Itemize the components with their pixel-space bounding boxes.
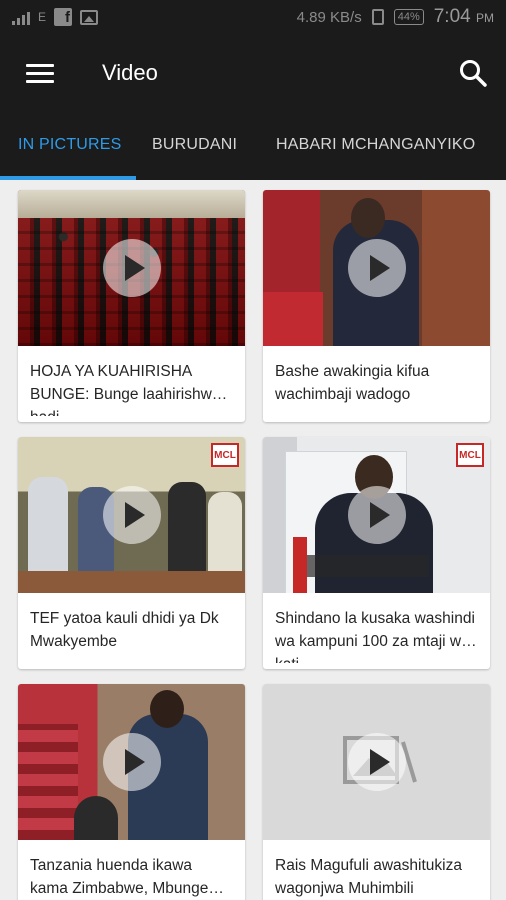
- video-thumbnail: MCL: [18, 437, 245, 593]
- play-icon[interactable]: [347, 239, 406, 297]
- network-speed: 4.89 KB/s: [296, 8, 362, 26]
- menu-icon[interactable]: [26, 64, 54, 84]
- signal-icon: [12, 9, 30, 25]
- video-caption: TEF yatoa kauli dhidi ya Dk Mwakyembe: [30, 610, 219, 650]
- clock-ampm: PM: [476, 11, 494, 25]
- tab-habari-mchanganyiko[interactable]: HABARI MCHANGANYIKO: [276, 136, 475, 154]
- play-icon[interactable]: [102, 486, 161, 544]
- status-bar: E f 4.89 KB/s 44% 7:04 PM: [0, 0, 506, 34]
- video-card[interactable]: MCL TEF yatoa kauli dhidi ya Dk Mwakyemb…: [18, 437, 245, 669]
- tab-burudani[interactable]: BURUDANI: [152, 136, 237, 154]
- video-caption: Bashe awakingia kifua wachimbaji wadogo: [275, 363, 430, 403]
- search-icon[interactable]: [458, 58, 488, 88]
- person-figure: [208, 492, 242, 577]
- seated-person: [74, 796, 118, 840]
- lower-third: [299, 555, 429, 577]
- video-caption: Shindano la kusaka washindi wa kampuni 1…: [275, 610, 475, 663]
- category-tabs: IN PICTURES BURUDANI HABARI MCHANGANYIKO: [0, 114, 506, 180]
- clock: 7:04 PM: [434, 6, 494, 28]
- tab-in-pictures[interactable]: IN PICTURES: [18, 136, 122, 154]
- play-icon[interactable]: [347, 486, 406, 544]
- video-card[interactable]: MCL Shindano la kusaka washindi wa kampu…: [263, 437, 490, 669]
- gallery-area: [18, 190, 245, 218]
- image-notification-icon: [80, 9, 99, 25]
- red-seats: [18, 724, 78, 840]
- battery-indicator: 44%: [393, 9, 424, 25]
- video-card[interactable]: Bashe awakingia kifua wachimbaji wadogo: [263, 190, 490, 422]
- person-head: [150, 690, 184, 728]
- video-thumbnail: [263, 684, 490, 840]
- red-chair: [293, 537, 307, 593]
- page-title: Video: [102, 60, 158, 85]
- video-thumbnail: [263, 190, 490, 346]
- video-thumbnail: [18, 684, 245, 840]
- facebook-notification-icon: f: [54, 8, 73, 26]
- clock-time: 7:04: [433, 6, 471, 27]
- video-card[interactable]: HOJA YA KUAHIRISHA BUNGE: Bunge laahiris…: [18, 190, 245, 422]
- play-icon[interactable]: [102, 733, 161, 791]
- person-head: [351, 198, 385, 238]
- play-icon[interactable]: [347, 733, 406, 791]
- video-caption: Rais Magufuli awashitukiza wagonjwa Muhi…: [275, 857, 462, 897]
- app-bar: Video: [0, 34, 506, 114]
- video-thumbnail: MCL: [263, 437, 490, 593]
- video-card[interactable]: Tanzania huenda ikawa kama Zimbabwe, Mbu…: [18, 684, 245, 900]
- video-caption: HOJA YA KUAHIRISHA BUNGE: Bunge laahiris…: [30, 363, 221, 416]
- person-figure: [28, 477, 68, 577]
- video-grid: HOJA YA KUAHIRISHA BUNGE: Bunge laahiris…: [0, 180, 506, 900]
- video-card[interactable]: Rais Magufuli awashitukiza wagonjwa Muhi…: [263, 684, 490, 900]
- vibrate-icon: [371, 9, 384, 25]
- mcl-logo: MCL: [456, 443, 484, 467]
- person-figure: [168, 482, 206, 577]
- floor-area: [18, 571, 245, 593]
- mcl-logo: MCL: [211, 443, 239, 467]
- video-thumbnail: [18, 190, 245, 346]
- video-caption: Tanzania huenda ikawa kama Zimbabwe, Mbu…: [30, 857, 209, 897]
- play-icon[interactable]: [102, 239, 161, 297]
- network-type: E: [38, 10, 47, 24]
- red-seat: [263, 292, 323, 346]
